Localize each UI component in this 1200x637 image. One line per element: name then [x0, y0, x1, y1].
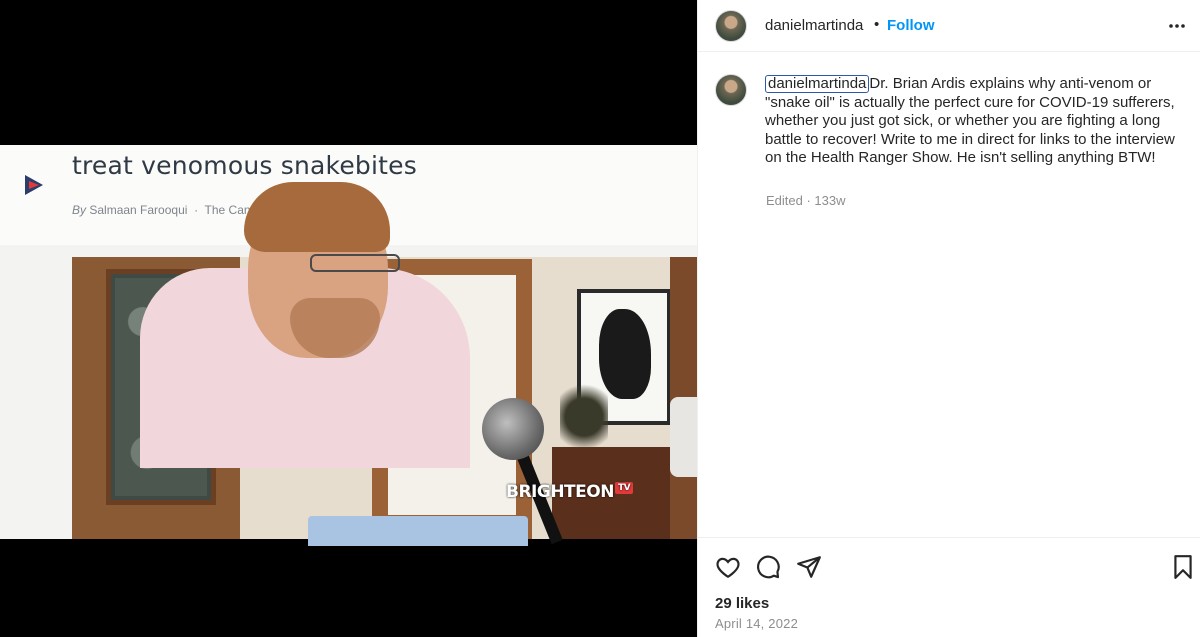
byline-by: By: [72, 203, 87, 217]
bookmark-icon[interactable]: [1170, 554, 1196, 580]
avatar[interactable]: [715, 10, 747, 42]
video-watermark: BRIGHTEON TV: [506, 482, 634, 502]
video-side-handle: [670, 397, 697, 477]
more-horizontal-icon[interactable]: [1167, 18, 1187, 34]
speaker-figure: [140, 182, 480, 468]
post-info-panel: danielmartinda • Follow danielmartinda Dr…: [697, 0, 1200, 637]
likes-count[interactable]: 29 likes: [715, 595, 769, 612]
post-media[interactable]: treat venomous snakebites By Salmaan Far…: [0, 0, 697, 637]
laptop: [308, 516, 528, 546]
microphone: [482, 398, 544, 460]
caption-avatar[interactable]: [715, 74, 747, 106]
comment-icon[interactable]: [755, 554, 781, 580]
post-header: danielmartinda • Follow: [698, 0, 1200, 52]
header-separator: •: [874, 16, 880, 33]
send-icon[interactable]: [796, 554, 822, 580]
post-actions: 29 likes April 14, 2022: [698, 537, 1200, 637]
post-date[interactable]: April 14, 2022: [715, 616, 798, 631]
follow-button[interactable]: Follow: [887, 17, 935, 34]
caption-username[interactable]: danielmartinda: [765, 75, 870, 93]
post-caption: danielmartinda Dr. Brian Ardis explains w…: [765, 75, 1185, 168]
heart-icon[interactable]: [715, 554, 741, 580]
article-title: treat venomous snakebites: [72, 151, 417, 180]
play-logo-icon: [25, 175, 43, 195]
caption-meta: Edited · 133w: [766, 193, 846, 208]
header-username[interactable]: danielmartinda: [765, 17, 863, 34]
